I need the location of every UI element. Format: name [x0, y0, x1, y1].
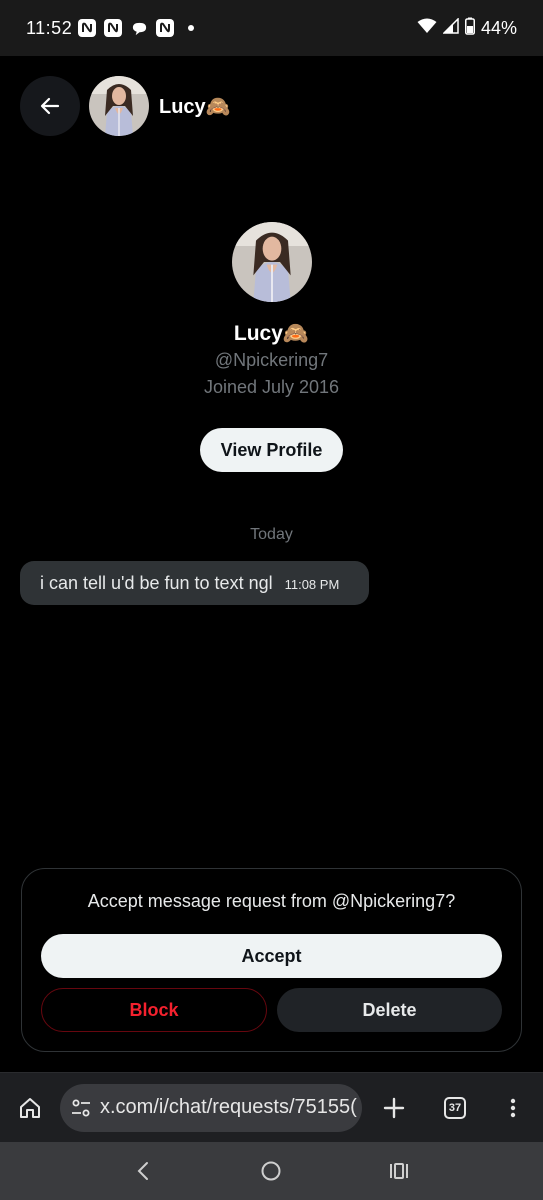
delete-button[interactable]: Delete: [277, 988, 502, 1032]
arrow-left-icon: [40, 97, 60, 115]
nav-recents-button[interactable]: [377, 1149, 421, 1193]
app-n-icon: [104, 19, 123, 37]
back-button[interactable]: [20, 76, 80, 136]
message-bubble[interactable]: i can tell u'd be fun to text ngl 11:08 …: [20, 561, 369, 605]
tab-count: 37: [444, 1096, 466, 1119]
nav-back-button[interactable]: [122, 1149, 166, 1193]
circle-icon: [261, 1161, 281, 1181]
app-n-icon: [78, 19, 97, 37]
new-tab-button[interactable]: [372, 1086, 416, 1130]
recents-icon: [390, 1163, 409, 1179]
dot-icon: [188, 25, 195, 31]
header-name: Lucy🙈: [159, 95, 231, 118]
message-text: i can tell u'd be fun to text ngl: [40, 572, 273, 593]
battery-percent: 44%: [480, 17, 517, 38]
home-icon: [20, 1097, 40, 1118]
date-separator: Today: [250, 526, 293, 543]
view-profile-button[interactable]: View Profile: [199, 428, 344, 472]
profile-name: Lucy🙈: [233, 322, 310, 345]
url-text: x.com/i/chat/requests/75155(: [100, 1096, 357, 1118]
menu-button[interactable]: [491, 1086, 535, 1130]
nav-home-button[interactable]: [249, 1149, 293, 1193]
profile-summary: Lucy🙈 @Npickering7 Joined July 2016 View…: [0, 222, 543, 472]
status-bar: 11:52 44%: [0, 0, 543, 56]
home-button[interactable]: [8, 1086, 52, 1130]
status-time: 11:52: [26, 17, 73, 38]
message-time: 11:08 PM: [284, 577, 340, 592]
block-button[interactable]: Block: [41, 988, 267, 1032]
app-n-icon: [156, 19, 175, 37]
site-settings-icon: [72, 1099, 90, 1116]
browser-toolbar: x.com/i/chat/requests/75155( 37: [0, 1072, 543, 1142]
tab-switcher-button[interactable]: 37: [433, 1086, 477, 1130]
system-nav-bar: [0, 1142, 543, 1200]
request-prompt: Accept message request from @Npickering7…: [87, 891, 456, 911]
profile-handle: @Npickering7: [214, 350, 329, 370]
chat-header: Lucy🙈: [20, 76, 523, 136]
plus-icon: [383, 1097, 405, 1118]
status-right: 44%: [417, 16, 517, 40]
signal-icon: [442, 16, 459, 39]
accept-button[interactable]: Accept: [41, 934, 502, 978]
chat-bubble-icon: [130, 19, 148, 37]
chevron-left-icon: [137, 1162, 148, 1180]
more-vertical-icon: [510, 1098, 516, 1117]
url-bar[interactable]: x.com/i/chat/requests/75155(: [60, 1083, 362, 1132]
profile-joined-date: Joined July 2016: [203, 377, 340, 397]
profile-avatar[interactable]: [231, 222, 312, 302]
message-request-panel: Accept message request from @Npickering7…: [21, 868, 522, 1052]
wifi-icon: [417, 18, 437, 39]
avatar[interactable]: [89, 76, 149, 136]
battery-icon: [464, 17, 475, 40]
